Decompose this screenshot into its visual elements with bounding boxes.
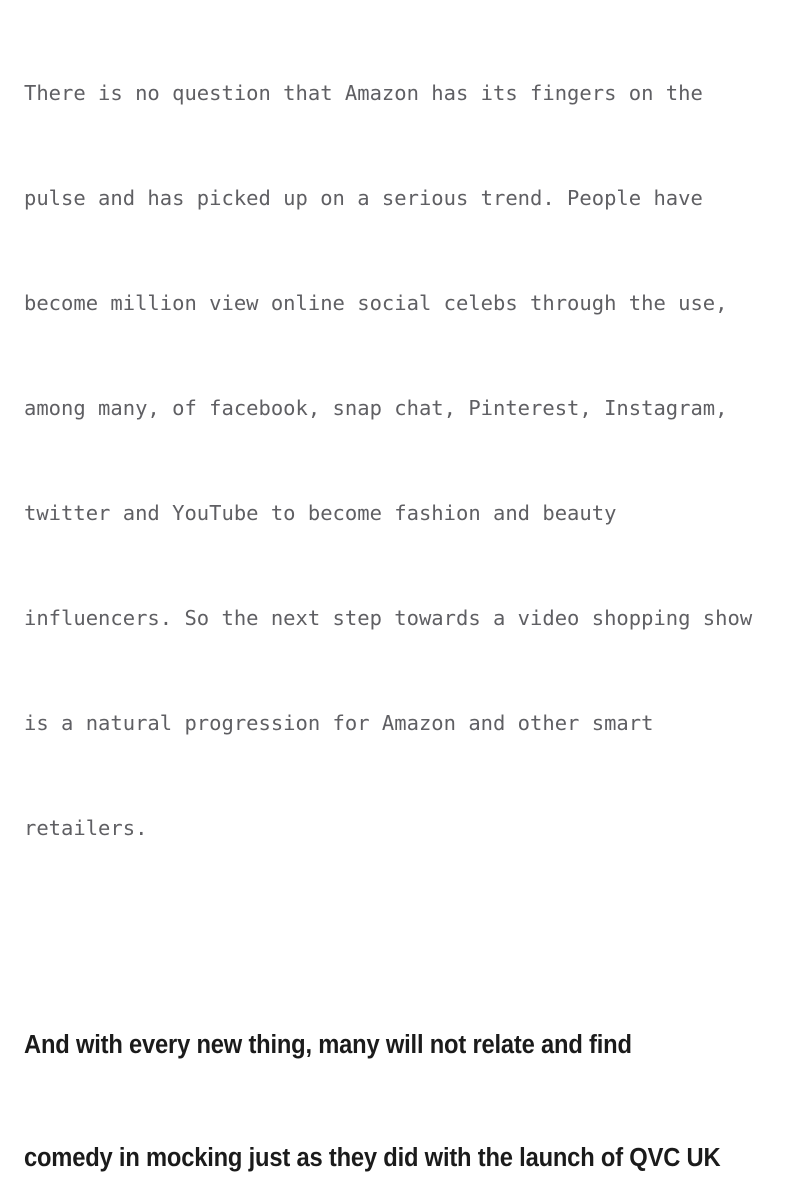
paragraph-emphasis-line: comedy in mocking just as they did with … <box>24 1143 721 1172</box>
paragraph-intro-line: is a natural progression for Amazon and … <box>24 711 654 735</box>
paragraph-intro: There is no question that Amazon has its… <box>24 0 777 916</box>
paragraph-intro-line: retailers. <box>24 816 148 840</box>
paragraph-intro-line: twitter and YouTube to become fashion an… <box>24 501 617 525</box>
paragraph-intro-line: influencers. So the next step towards a … <box>24 606 753 630</box>
paragraph-emphasis-line: And with every new thing, many will not … <box>24 1031 632 1059</box>
paragraph-intro-line: among many, of facebook, snap chat, Pint… <box>24 396 728 420</box>
article-body: There is no question that Amazon has its… <box>0 0 787 1172</box>
paragraph-intro-line: There is no question that Amazon has its… <box>24 81 703 105</box>
paragraph-intro-line: become million view online social celebs… <box>24 291 728 315</box>
paragraph-emphasis: And with every new thing, many will not … <box>24 952 777 1200</box>
paragraph-intro-line: pulse and has picked up on a serious tre… <box>24 186 703 210</box>
